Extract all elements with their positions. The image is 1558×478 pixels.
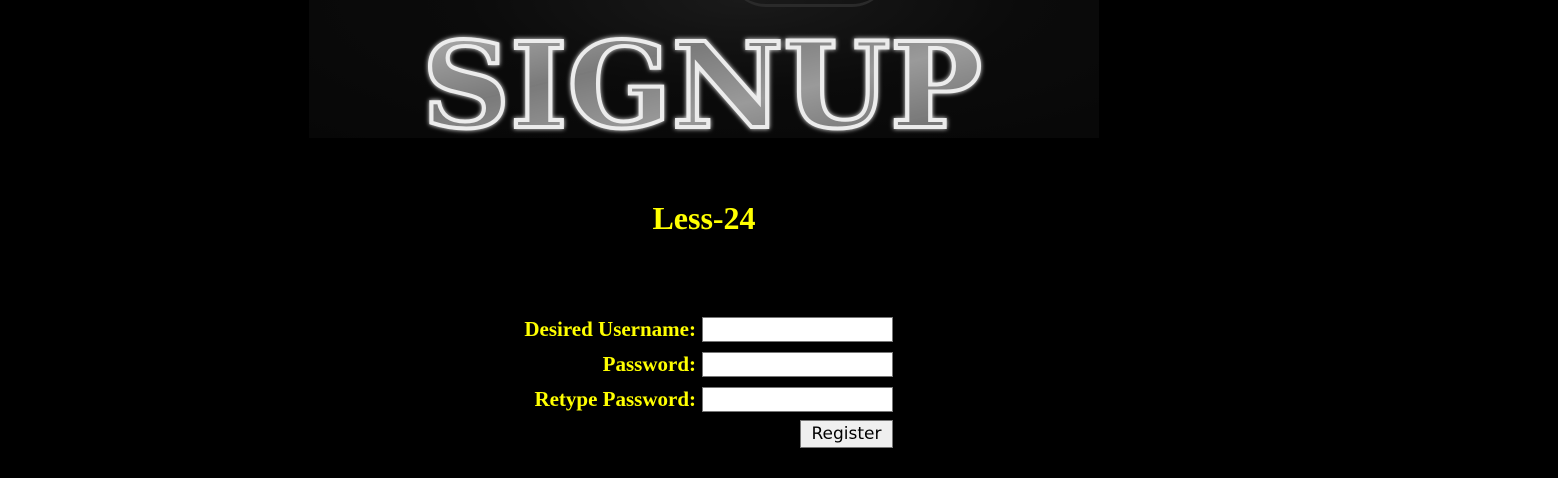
lesson-title: Less-24 bbox=[652, 200, 756, 236]
signup-logo-text: SIGNUP bbox=[422, 16, 982, 138]
username-row: Desired Username: bbox=[480, 312, 900, 346]
submit-row: Register bbox=[480, 417, 900, 454]
retype-password-label: Retype Password: bbox=[534, 386, 696, 411]
signup-logo: SIGNUP bbox=[420, 14, 984, 138]
password-label: Password: bbox=[602, 351, 696, 376]
page: SIGNUP Less-24 Desired Username: Passwor… bbox=[0, 0, 1558, 478]
password-input[interactable] bbox=[702, 351, 893, 377]
password-row: Password: bbox=[480, 347, 900, 381]
retype-password-input[interactable] bbox=[702, 386, 893, 412]
retype-password-row: Retype Password: bbox=[480, 382, 900, 416]
register-button[interactable]: Register bbox=[800, 420, 893, 448]
signup-banner: SIGNUP bbox=[309, 0, 1099, 138]
username-label: Desired Username: bbox=[524, 316, 696, 341]
username-input[interactable] bbox=[702, 316, 893, 342]
signup-form: Desired Username: Password: Retype Passw… bbox=[480, 312, 900, 454]
